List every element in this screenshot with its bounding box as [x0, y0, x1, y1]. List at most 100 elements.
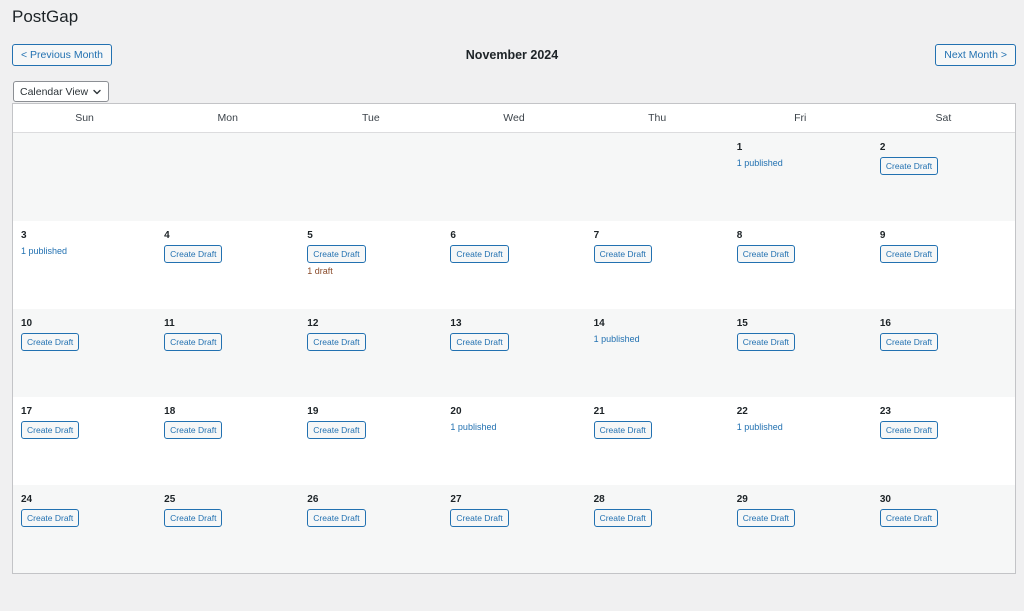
- create-draft-button[interactable]: Create Draft: [593, 509, 652, 527]
- day-number: 22: [736, 406, 748, 417]
- day-number: 19: [307, 406, 319, 417]
- week-row: 3 1 published 4 Create Draft 5 Create Draft 1 …: [13, 221, 1015, 309]
- day-cell: 14 1 published: [586, 309, 729, 397]
- calendar-grid: Sun Mon Tue Wed Thu Fri Sat 1 1 published…: [12, 103, 1016, 574]
- published-count-link[interactable]: 1 published: [450, 422, 577, 432]
- create-draft-button[interactable]: Create Draft: [307, 333, 366, 351]
- day-cell: 25 Create Draft: [156, 485, 299, 573]
- create-draft-button[interactable]: Create Draft: [307, 509, 366, 527]
- day-number: 6: [450, 230, 456, 241]
- create-draft-button[interactable]: Create Draft: [307, 245, 366, 263]
- day-cell: 7 Create Draft: [586, 221, 729, 309]
- day-cell: 30 Create Draft: [872, 485, 1015, 573]
- next-month-button[interactable]: Next Month >: [935, 44, 1016, 66]
- create-draft-button[interactable]: Create Draft: [164, 509, 223, 527]
- calendar-weeks: 1 1 published 2 Create Draft 3 1 published 4 Cr…: [13, 133, 1015, 573]
- weekday-label: Tue: [361, 112, 380, 124]
- day-number: 25: [164, 494, 176, 505]
- weekday-label: Thu: [648, 112, 667, 124]
- create-draft-button[interactable]: Create Draft: [164, 333, 223, 351]
- week-row: 17 Create Draft 18 Create Draft 19 Create Dra…: [13, 397, 1015, 485]
- create-draft-button[interactable]: Create Draft: [164, 245, 223, 263]
- create-draft-button[interactable]: Create Draft: [593, 245, 652, 263]
- day-cell: 29 Create Draft: [729, 485, 872, 573]
- day-cell: [299, 133, 442, 221]
- create-draft-button[interactable]: Create Draft: [736, 509, 795, 527]
- day-cell: 23 Create Draft: [872, 397, 1015, 485]
- weekday-label: Wed: [503, 112, 525, 124]
- month-title: November 2024: [465, 48, 559, 62]
- day-cell: 28 Create Draft: [586, 485, 729, 573]
- week-row: 24 Create Draft 25 Create Draft 26 Create Dra…: [13, 485, 1015, 573]
- day-number: 28: [593, 494, 605, 505]
- day-cell: 26 Create Draft: [299, 485, 442, 573]
- day-cell: [13, 133, 156, 221]
- view-select-label: Calendar View: [20, 85, 89, 98]
- view-select-dropdown[interactable]: Calendar View: [13, 81, 110, 102]
- create-draft-button[interactable]: Create Draft: [879, 333, 939, 351]
- create-draft-button[interactable]: Create Draft: [879, 157, 939, 175]
- day-number: 13: [450, 318, 462, 329]
- create-draft-button[interactable]: Create Draft: [450, 245, 509, 263]
- create-draft-button[interactable]: Create Draft: [450, 509, 509, 527]
- published-count-link[interactable]: 1 published: [21, 246, 148, 256]
- day-number: 1: [736, 142, 743, 153]
- day-cell: 17 Create Draft: [13, 397, 156, 485]
- weekday-label: Sat: [935, 112, 952, 124]
- create-draft-button[interactable]: Create Draft: [593, 421, 652, 439]
- day-number: 15: [736, 318, 748, 329]
- weekday-header: Sun Mon Tue Wed Thu Fri Sat: [13, 104, 1015, 133]
- day-number: 17: [21, 406, 33, 417]
- day-number: 2: [879, 142, 886, 153]
- published-count-link[interactable]: 1 published: [737, 158, 864, 168]
- day-cell: 4 Create Draft: [156, 221, 299, 309]
- day-number: 12: [307, 318, 319, 329]
- day-cell: 3 1 published: [13, 221, 156, 309]
- day-number: 10: [21, 318, 33, 329]
- published-count-link[interactable]: 1 published: [737, 422, 864, 432]
- day-cell: 2 Create Draft: [872, 133, 1015, 221]
- create-draft-button[interactable]: Create Draft: [21, 509, 80, 527]
- week-row: 10 Create Draft 11 Create Draft 12 Create Dra…: [13, 309, 1015, 397]
- week-row: 1 1 published 2 Create Draft: [13, 133, 1015, 221]
- day-cell: 21 Create Draft: [586, 397, 729, 485]
- day-number: 7: [593, 230, 600, 241]
- day-number: 26: [307, 494, 319, 505]
- weekday-label: Mon: [217, 112, 238, 124]
- day-cell: 13 Create Draft: [442, 309, 585, 397]
- day-number: 27: [450, 494, 462, 505]
- create-draft-button[interactable]: Create Draft: [879, 245, 939, 263]
- day-cell: 1 1 published: [729, 133, 872, 221]
- create-draft-button[interactable]: Create Draft: [21, 333, 80, 351]
- day-cell: 19 Create Draft: [299, 397, 442, 485]
- day-number: 4: [164, 230, 170, 241]
- create-draft-button[interactable]: Create Draft: [879, 421, 939, 439]
- day-number: 8: [736, 230, 743, 241]
- day-number: 18: [164, 406, 176, 417]
- day-cell: [442, 133, 585, 221]
- day-cell: 18 Create Draft: [156, 397, 299, 485]
- create-draft-button[interactable]: Create Draft: [736, 333, 795, 351]
- create-draft-button[interactable]: Create Draft: [450, 333, 509, 351]
- create-draft-button[interactable]: Create Draft: [164, 421, 223, 439]
- day-number: 5: [307, 230, 313, 241]
- day-number: 3: [21, 230, 27, 241]
- day-number: 11: [164, 318, 175, 329]
- weekday-label: Sun: [75, 112, 94, 124]
- create-draft-button[interactable]: Create Draft: [21, 421, 80, 439]
- day-cell: 6 Create Draft: [442, 221, 585, 309]
- day-cell: 22 1 published: [729, 397, 872, 485]
- day-number: 16: [879, 318, 891, 329]
- day-cell: 27 Create Draft: [442, 485, 585, 573]
- day-number: 21: [593, 406, 605, 417]
- create-draft-button[interactable]: Create Draft: [879, 509, 939, 527]
- create-draft-button[interactable]: Create Draft: [736, 245, 795, 263]
- day-number: 29: [736, 494, 748, 505]
- published-count-link[interactable]: 1 published: [594, 334, 721, 344]
- draft-count-link[interactable]: 1 draft: [307, 266, 434, 276]
- day-cell: [156, 133, 299, 221]
- day-cell: 20 1 published: [442, 397, 585, 485]
- create-draft-button[interactable]: Create Draft: [307, 421, 366, 439]
- chevron-down-icon: [92, 87, 102, 97]
- day-cell: 8 Create Draft: [729, 221, 872, 309]
